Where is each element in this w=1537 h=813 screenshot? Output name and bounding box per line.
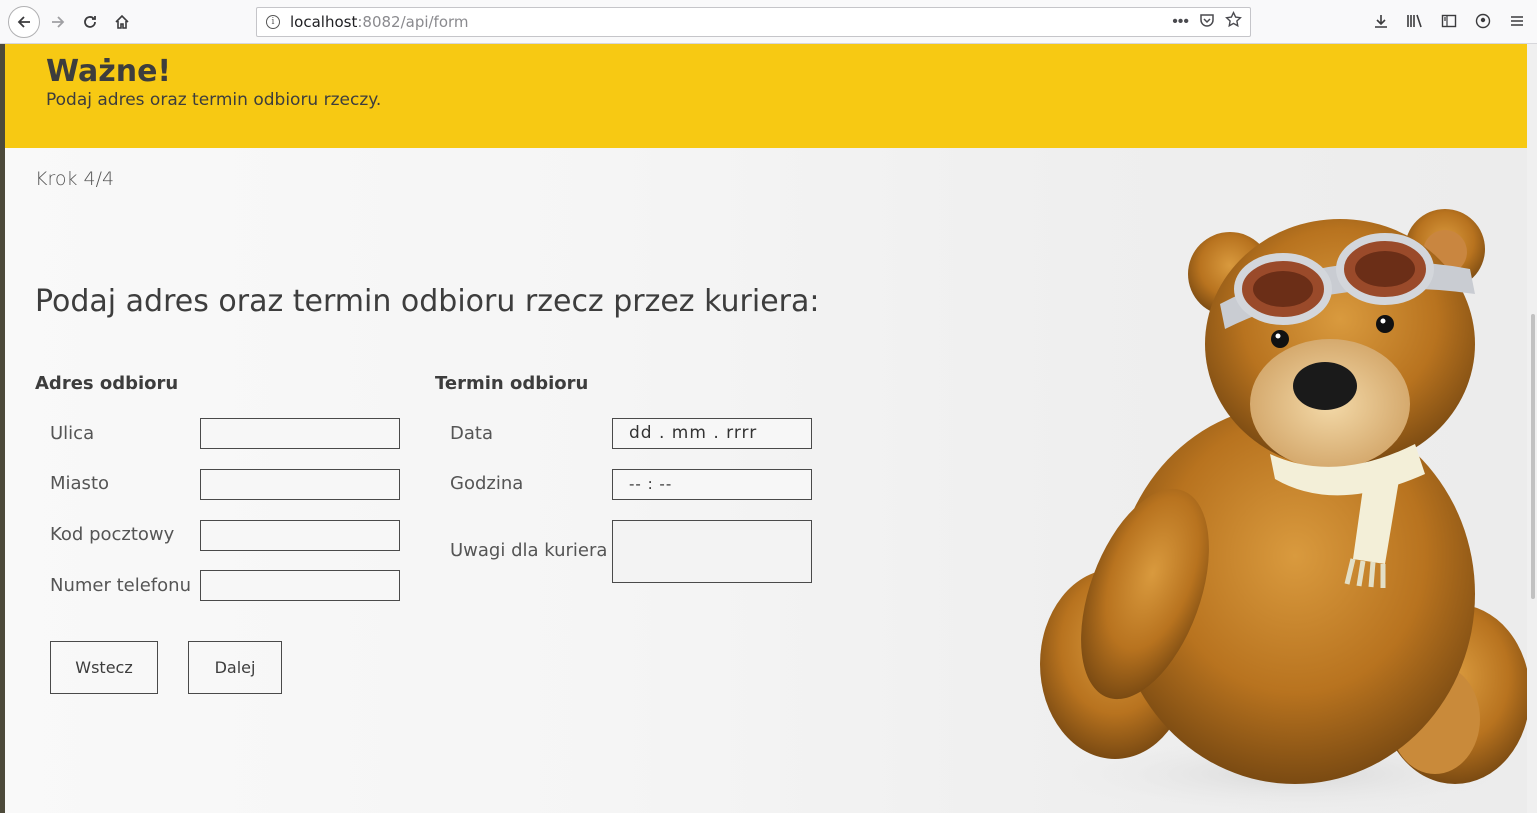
- city-label: Miasto: [50, 473, 110, 494]
- bookmark-star-icon[interactable]: [1225, 10, 1242, 33]
- next-button[interactable]: Dalej: [188, 641, 282, 694]
- forward-arrow-icon[interactable]: [42, 6, 74, 38]
- time-input[interactable]: -- : --: [612, 469, 812, 500]
- notice-banner: Ważne! Podaj adres oraz termin odbioru r…: [5, 44, 1527, 148]
- browser-toolbar: i localhost:8082/api/form •••: [0, 0, 1537, 44]
- banner-subtitle: Podaj adres oraz termin odbioru rzeczy.: [46, 90, 382, 110]
- account-icon[interactable]: [1473, 10, 1493, 32]
- street-label: Ulica: [50, 423, 95, 444]
- phone-label: Numer telefonu: [50, 575, 191, 596]
- page-heading: Podaj adres oraz termin odbioru rzecz pr…: [35, 284, 820, 319]
- home-icon[interactable]: [106, 6, 138, 38]
- phone-input[interactable]: [200, 570, 400, 601]
- date-label: Data: [450, 423, 493, 444]
- time-placeholder: -- : --: [629, 475, 673, 493]
- date-placeholder: dd . mm . rrrr: [629, 423, 758, 443]
- info-icon[interactable]: i: [266, 15, 280, 29]
- page-content: Ważne! Podaj adres oraz termin odbioru r…: [5, 44, 1527, 813]
- schedule-section-title: Termin odbioru: [435, 373, 589, 394]
- courier-notes-label: Uwagi dla kuriera: [450, 540, 608, 561]
- scrollbar-thumb[interactable]: [1531, 314, 1535, 599]
- reload-icon[interactable]: [74, 6, 106, 38]
- step-indicator: Krok 4/4: [35, 168, 115, 190]
- courier-notes-textarea[interactable]: [612, 520, 812, 583]
- back-arrow-icon[interactable]: [8, 6, 40, 38]
- banner-title: Ważne!: [46, 54, 172, 89]
- sidebar-icon[interactable]: [1439, 10, 1459, 32]
- back-button[interactable]: Wstecz: [50, 641, 158, 694]
- pocket-icon[interactable]: [1199, 12, 1215, 33]
- address-section-title: Adres odbioru: [35, 373, 179, 394]
- url-path: :8082/api/form: [357, 13, 469, 31]
- url-host: localhost: [290, 13, 358, 31]
- url-bar[interactable]: i localhost:8082/api/form •••: [256, 7, 1251, 37]
- teddy-bear-illustration: [1040, 209, 1527, 813]
- street-input[interactable]: [200, 418, 400, 449]
- postal-code-label: Kod pocztowy: [50, 524, 175, 545]
- city-input[interactable]: [200, 469, 400, 500]
- time-label: Godzina: [450, 473, 524, 494]
- library-icon[interactable]: [1405, 10, 1425, 32]
- postal-code-input[interactable]: [200, 520, 400, 551]
- date-input[interactable]: dd . mm . rrrr: [612, 418, 812, 449]
- scrollbar[interactable]: [1527, 44, 1537, 813]
- page-actions-icon[interactable]: •••: [1172, 13, 1189, 31]
- download-icon[interactable]: [1371, 10, 1391, 32]
- url-text: localhost:8082/api/form: [290, 13, 469, 31]
- menu-icon[interactable]: [1507, 10, 1527, 32]
